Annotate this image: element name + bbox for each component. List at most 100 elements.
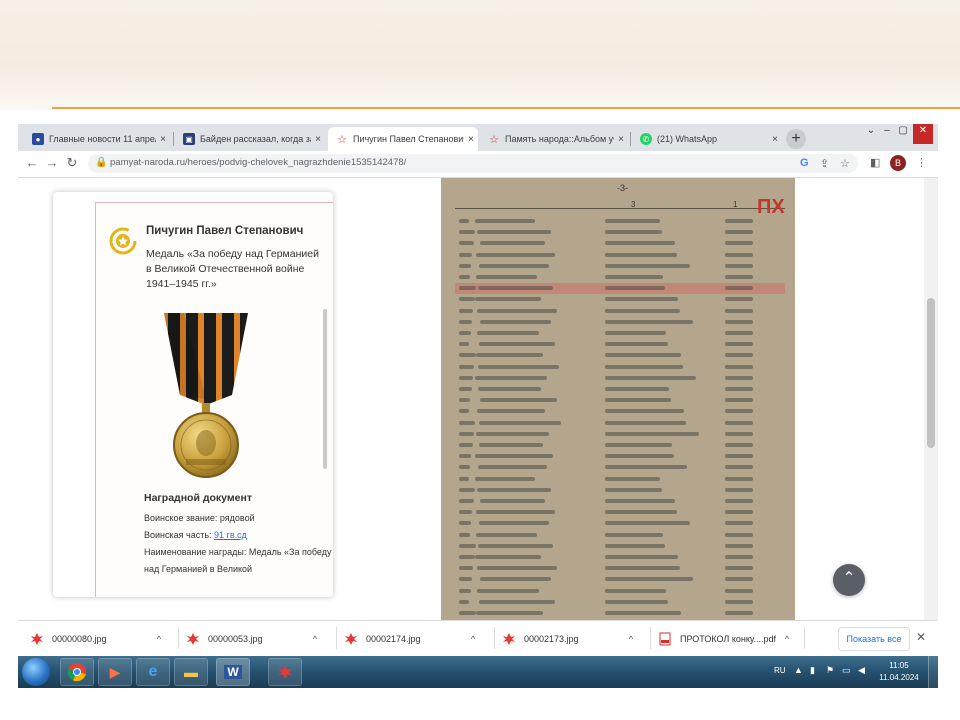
back-arrow-icon[interactable]: ← bbox=[24, 155, 40, 171]
menu-dots-icon[interactable]: ⋮ bbox=[916, 156, 927, 169]
url-text[interactable]: pamyat-naroda.ru/heroes/podvig-chelovek_… bbox=[110, 157, 406, 168]
document-row bbox=[455, 261, 785, 272]
award-card: Пичугин Павел Степанович Медаль «За побе… bbox=[53, 192, 333, 597]
document-row bbox=[455, 328, 785, 339]
document-row bbox=[455, 485, 785, 496]
document-row bbox=[455, 272, 785, 283]
show-all-downloads-button[interactable]: Показать все bbox=[838, 627, 910, 651]
document-row bbox=[455, 552, 785, 563]
tab-biden[interactable]: ▣ Байден рассказал, когда закл × bbox=[175, 127, 325, 151]
tab-strip: ● Главные новости 11 апреля × ▣ Байден р… bbox=[18, 124, 938, 151]
archive-document-scan[interactable]: -3- 3 1 ПX bbox=[441, 178, 795, 620]
close-tab-icon[interactable]: × bbox=[311, 134, 325, 145]
download-item[interactable]: 00002174.jpg ^ bbox=[344, 621, 480, 656]
close-shelf-icon[interactable]: ✕ bbox=[916, 630, 926, 644]
document-row bbox=[455, 306, 785, 317]
document-row bbox=[455, 238, 785, 249]
profile-avatar[interactable]: В bbox=[890, 155, 906, 171]
screenshot-frame: ● Главные новости 11 апреля × ▣ Байден р… bbox=[18, 124, 938, 688]
card-scrollbar[interactable] bbox=[323, 309, 327, 469]
close-tab-icon[interactable]: × bbox=[464, 134, 478, 145]
share-icon[interactable]: ⇪ bbox=[820, 157, 829, 170]
document-row bbox=[455, 451, 785, 462]
document-row bbox=[455, 384, 785, 395]
document-row bbox=[455, 406, 785, 417]
taskbar-media[interactable]: ▶ bbox=[98, 658, 132, 686]
file-image-icon bbox=[31, 632, 43, 645]
tray-flag-icon[interactable]: ⚑ bbox=[826, 665, 834, 676]
award-doc-heading: Наградной документ bbox=[144, 492, 252, 504]
new-tab-button[interactable]: + bbox=[786, 129, 806, 149]
rank-row: Воинское звание: рядовой bbox=[144, 513, 255, 523]
taskbar-chrome[interactable] bbox=[60, 658, 94, 686]
close-tab-icon[interactable]: × bbox=[768, 134, 782, 145]
taskbar-app[interactable] bbox=[268, 658, 302, 686]
chevron-up-icon[interactable]: ^ bbox=[152, 634, 166, 644]
document-row bbox=[455, 574, 785, 585]
minimize-icon[interactable]: – bbox=[880, 124, 894, 144]
reload-icon[interactable]: ↻ bbox=[64, 155, 80, 171]
tray-network-icon[interactable]: ▮ bbox=[810, 665, 815, 676]
taskbar-explorer[interactable]: ▬ bbox=[174, 658, 208, 686]
address-bar[interactable]: 🔒 pamyat-naroda.ru/heroes/podvig-chelove… bbox=[88, 154, 858, 173]
unit-link[interactable]: 91 гв.сд bbox=[214, 530, 247, 540]
document-row bbox=[455, 373, 785, 384]
system-clock[interactable]: 11:05 11.04.2024 bbox=[874, 660, 924, 684]
browser-toolbar: ← → ↻ 🔒 pamyat-naroda.ru/heroes/podvig-c… bbox=[18, 151, 938, 178]
tab-news[interactable]: ● Главные новости 11 апреля × bbox=[24, 127, 170, 151]
download-item[interactable]: 00002173.jpg ^ bbox=[502, 621, 638, 656]
tab-pichugin[interactable]: ☆ Пичугин Павел Степанович × bbox=[328, 127, 478, 151]
chevron-up-icon[interactable]: ^ bbox=[624, 634, 638, 644]
document-row bbox=[455, 250, 785, 261]
tab-whatsapp[interactable]: ✆ (21) WhatsApp × bbox=[632, 127, 782, 151]
file-image-icon bbox=[503, 632, 515, 645]
chevron-up-icon[interactable]: ^ bbox=[308, 634, 322, 644]
show-desktop-button[interactable] bbox=[928, 656, 938, 688]
document-row bbox=[455, 339, 785, 350]
document-row bbox=[455, 507, 785, 518]
bookmark-star-icon[interactable]: ☆ bbox=[840, 157, 850, 170]
maximize-icon[interactable]: ▢ bbox=[896, 124, 910, 144]
close-window-icon[interactable]: ✕ bbox=[913, 124, 933, 144]
tray-volume-icon[interactable]: ◀ bbox=[858, 665, 865, 676]
close-tab-icon[interactable]: × bbox=[614, 134, 628, 145]
slide-header-band bbox=[0, 0, 960, 110]
medal-image-icon bbox=[164, 313, 248, 478]
download-item[interactable]: ПРОТОКОЛ конку....pdf ^ bbox=[658, 621, 794, 656]
download-shelf: 00000080.jpg ^ 00000053.jpg ^ 00002174.j… bbox=[18, 620, 938, 656]
chevron-up-icon[interactable]: ^ bbox=[466, 634, 480, 644]
tab-search-icon[interactable]: ⌄ bbox=[864, 124, 878, 144]
taskbar-ie[interactable]: e bbox=[136, 658, 170, 686]
tab-album[interactable]: ☆ Память народа::Альбом учас × bbox=[480, 127, 628, 151]
chrome-icon bbox=[67, 663, 86, 682]
download-item[interactable]: 00000080.jpg ^ bbox=[30, 621, 166, 656]
tray-arrow-icon[interactable]: ▲ bbox=[794, 665, 803, 675]
google-lens-icon[interactable]: G bbox=[800, 157, 809, 169]
taskbar-word[interactable]: W bbox=[216, 658, 250, 686]
forward-arrow-icon[interactable]: → bbox=[44, 155, 60, 171]
document-row bbox=[455, 597, 785, 608]
page-scrollbar-thumb[interactable] bbox=[927, 298, 935, 448]
document-row bbox=[455, 294, 785, 305]
start-button[interactable] bbox=[22, 658, 50, 686]
document-row bbox=[455, 227, 785, 238]
download-item[interactable]: 00000053.jpg ^ bbox=[186, 621, 322, 656]
language-indicator[interactable]: RU bbox=[774, 666, 786, 675]
document-row bbox=[455, 362, 785, 373]
side-panel-icon[interactable]: ◧ bbox=[870, 156, 880, 169]
star-favicon-icon: ☆ bbox=[337, 133, 347, 146]
award-card-body: Пичугин Павел Степанович Медаль «За побе… bbox=[95, 202, 333, 597]
media-player-icon: ▶ bbox=[109, 663, 121, 680]
star-favicon-icon: ☆ bbox=[489, 133, 499, 146]
red-star-app-icon bbox=[278, 665, 292, 679]
tray-display-icon[interactable]: ▭ bbox=[842, 665, 851, 676]
document-row bbox=[455, 440, 785, 451]
page-content: Пичугин Павел Степанович Медаль «За побе… bbox=[18, 178, 938, 620]
scroll-to-top-button[interactable]: ⌃ bbox=[833, 564, 865, 596]
chevron-up-icon[interactable]: ^ bbox=[780, 634, 794, 644]
document-row bbox=[455, 418, 785, 429]
close-tab-icon[interactable]: × bbox=[156, 134, 170, 145]
document-row bbox=[455, 462, 785, 473]
award-document-section: Наградной документ Воинское звание: рядо… bbox=[144, 490, 333, 578]
document-row bbox=[455, 541, 785, 552]
